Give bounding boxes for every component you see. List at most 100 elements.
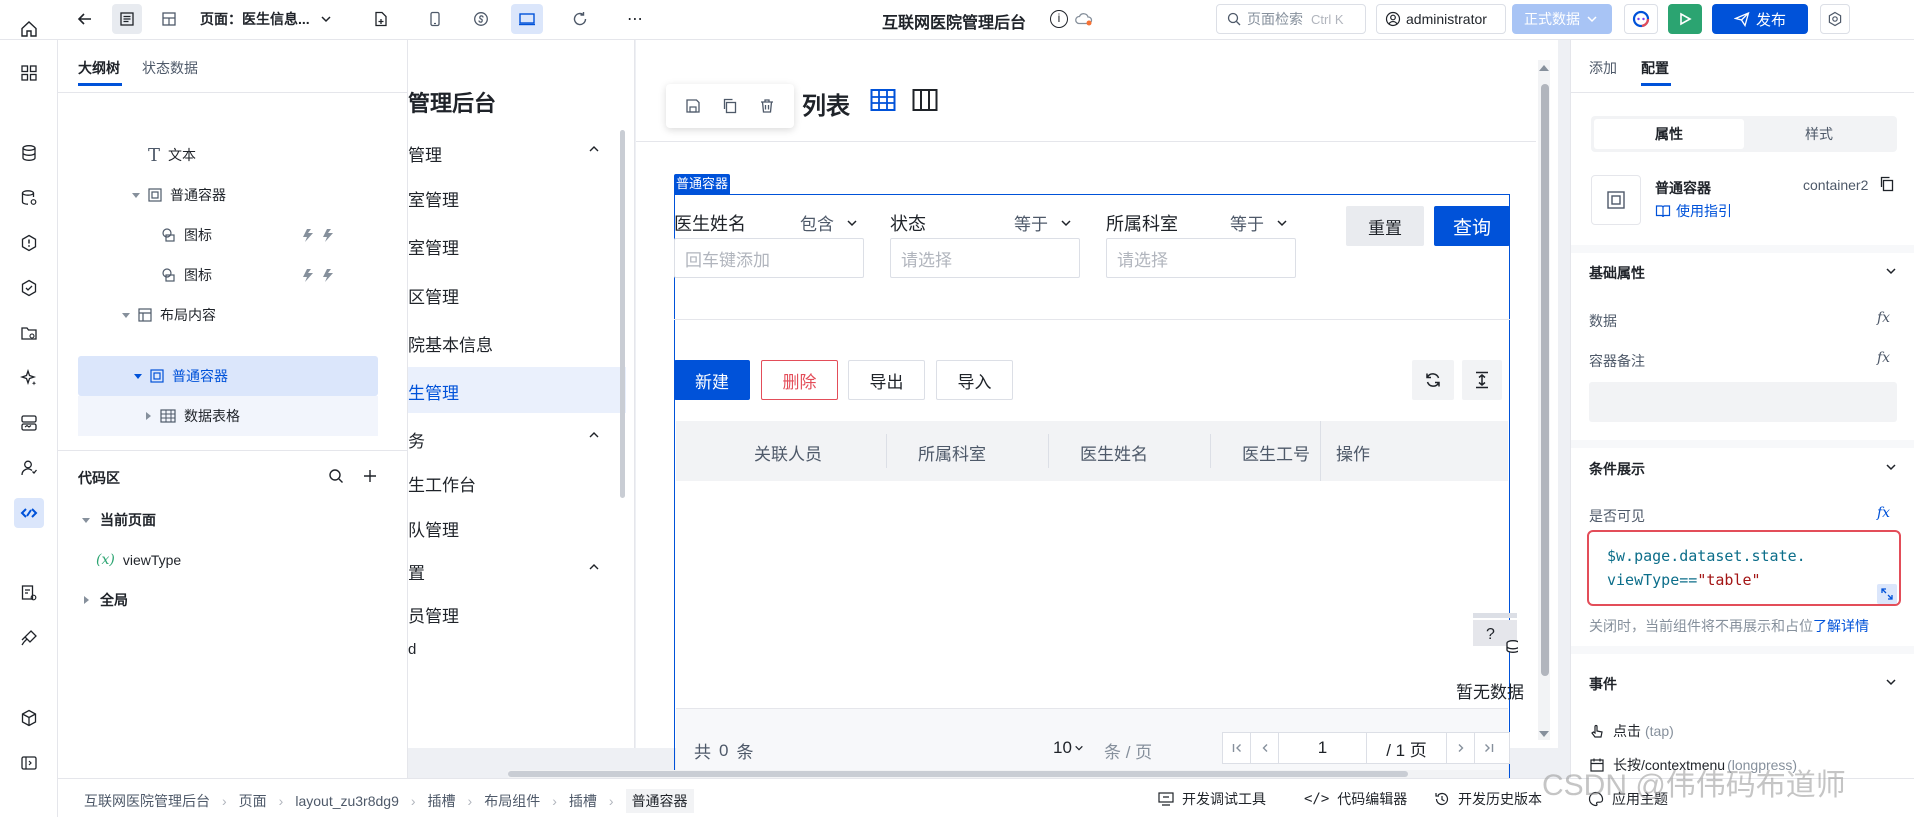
prev-page-icon[interactable]: [1251, 733, 1279, 763]
first-page-icon[interactable]: [1223, 733, 1251, 763]
save-icon[interactable]: [685, 98, 701, 114]
publish-button[interactable]: 发布: [1712, 4, 1808, 34]
settings-icon[interactable]: [1820, 4, 1850, 34]
chevron-up-icon[interactable]: [588, 143, 600, 155]
nav-item-active[interactable]: 生管理: [408, 379, 459, 404]
subtab-style[interactable]: 样式: [1744, 119, 1894, 149]
code-global[interactable]: 全局: [82, 580, 128, 620]
nav-item[interactable]: 生工作台: [408, 471, 476, 496]
tab-state-data[interactable]: 状态数据: [142, 58, 198, 78]
fx-icon[interactable]: fx: [1877, 505, 1890, 521]
search-icon[interactable]: [328, 468, 344, 484]
status-select[interactable]: 请选择: [890, 238, 1080, 278]
last-page-icon[interactable]: [1475, 733, 1503, 763]
subtab-properties[interactable]: 属性: [1594, 119, 1744, 149]
home-icon[interactable]: [14, 14, 44, 44]
page-size-select[interactable]: 10: [1053, 738, 1084, 758]
page-search-input[interactable]: 页面检索 Ctrl K: [1216, 4, 1366, 34]
page-selector[interactable]: 页面：医生信息...: [200, 4, 360, 34]
tree-node-container[interactable]: 普通容器: [132, 175, 226, 215]
tab-config[interactable]: 配置: [1641, 58, 1669, 78]
tree-node-container-selected[interactable]: 普通容器: [134, 356, 228, 396]
event-tap[interactable]: 点击 (tap): [1589, 721, 1674, 741]
canvas-hscroll-thumb[interactable]: [508, 771, 1408, 777]
database-icon[interactable]: [14, 138, 44, 168]
dev-history-tool[interactable]: 开发历史版本: [1434, 789, 1542, 809]
column-header[interactable]: 医生工号: [1242, 440, 1310, 465]
learn-more-link[interactable]: 了解详情: [1813, 618, 1869, 634]
mobile-preview-icon[interactable]: [420, 4, 450, 34]
user-permission-icon[interactable]: [14, 453, 44, 483]
tree-node-text[interactable]: T 文本: [148, 135, 196, 175]
breadcrumb-item[interactable]: 插槽: [428, 791, 456, 811]
env-selector[interactable]: 正式数据: [1512, 4, 1612, 34]
more-icon[interactable]: ⋯: [620, 4, 650, 34]
fx-icon[interactable]: fx: [1877, 310, 1890, 326]
nav-item[interactable]: 队管理: [408, 516, 459, 541]
nav-item[interactable]: 员管理: [408, 602, 459, 627]
breadcrumb-item[interactable]: 互联网医院管理后台: [84, 791, 210, 811]
folder-cloud-icon[interactable]: [14, 318, 44, 348]
delete-icon[interactable]: [759, 98, 775, 114]
chevron-down-icon[interactable]: [1885, 461, 1897, 473]
next-page-icon[interactable]: [1447, 733, 1475, 763]
plugin-icon[interactable]: [14, 623, 44, 653]
tree-node-icon[interactable]: 图标: [160, 255, 400, 295]
export-button[interactable]: 导出: [848, 360, 925, 400]
column-header[interactable]: 所属科室: [918, 440, 986, 465]
nav-group[interactable]: 置: [408, 559, 425, 584]
chevron-down-icon[interactable]: [1885, 676, 1897, 688]
back-arrow-icon[interactable]: [70, 4, 100, 34]
ai-assistant-icon[interactable]: [1624, 4, 1658, 34]
column-header[interactable]: 操作: [1336, 440, 1370, 465]
code-editor-tool[interactable]: </> 代码编辑器: [1304, 789, 1407, 809]
visible-expression-editor[interactable]: $w.page.dataset.state. viewType=="table": [1587, 530, 1901, 606]
chevron-up-icon[interactable]: [588, 429, 600, 441]
breadcrumb-item[interactable]: 布局组件: [484, 791, 540, 811]
scroll-up-icon[interactable]: [1539, 64, 1549, 72]
code-current-page[interactable]: 当前页面: [82, 500, 156, 540]
desktop-preview-icon[interactable]: [511, 4, 543, 34]
row-height-button[interactable]: [1462, 360, 1502, 400]
nav-item[interactable]: 院基本信息: [408, 331, 493, 356]
database-settings-icon[interactable]: [14, 183, 44, 213]
tree-node-icon[interactable]: 图标: [160, 215, 400, 255]
breadcrumb-item-current[interactable]: 普通容器: [625, 789, 694, 813]
table-view-icon[interactable]: [870, 88, 896, 112]
apps-grid-icon[interactable]: [14, 58, 44, 88]
nav-scrollbar[interactable]: [620, 130, 625, 498]
info-icon[interactable]: i: [1050, 10, 1068, 28]
workflow-icon[interactable]: [14, 408, 44, 438]
fx-icon[interactable]: fx: [1877, 350, 1890, 366]
run-preview-button[interactable]: [1668, 4, 1702, 34]
code-variable-viewtype[interactable]: (x) viewType: [96, 540, 181, 580]
chevron-down-icon[interactable]: [1885, 265, 1897, 277]
canvas-vscroll-thumb[interactable]: [1541, 84, 1549, 676]
reset-button[interactable]: 重置: [1346, 206, 1424, 246]
copy-icon[interactable]: [722, 98, 738, 114]
filter-op-status[interactable]: 等于: [1014, 210, 1072, 235]
nav-item[interactable]: 室管理: [408, 234, 459, 259]
column-header[interactable]: 医生姓名: [1080, 440, 1148, 465]
department-select[interactable]: 请选择: [1106, 238, 1296, 278]
tree-node-data-table[interactable]: 数据表格: [144, 396, 240, 436]
nav-item[interactable]: 室管理: [408, 186, 459, 211]
doctor-name-input[interactable]: 回车键添加: [674, 238, 864, 278]
tab-add[interactable]: 添加: [1589, 58, 1617, 78]
selected-container-frame[interactable]: [674, 194, 1510, 788]
dev-debug-tool[interactable]: 开发调试工具: [1158, 789, 1266, 809]
page-number-input[interactable]: 1: [1279, 733, 1367, 763]
miniprogram-preview-icon[interactable]: [466, 4, 496, 34]
layout-view-icon[interactable]: [154, 4, 184, 34]
filter-op-doctor-name[interactable]: 包含: [800, 210, 858, 235]
ai-sparkle-icon[interactable]: [14, 363, 44, 393]
tree-node-layout-content[interactable]: 布局内容: [122, 295, 216, 335]
api-icon[interactable]: [14, 228, 44, 258]
chevron-up-icon[interactable]: [588, 561, 600, 573]
add-page-icon[interactable]: [366, 4, 396, 34]
breadcrumb-item[interactable]: 页面: [239, 791, 267, 811]
column-header[interactable]: 关联人员: [754, 440, 822, 465]
collapse-panel-icon[interactable]: [14, 748, 44, 778]
delete-button[interactable]: 删除: [761, 360, 838, 400]
filter-op-department[interactable]: 等于: [1230, 210, 1288, 235]
